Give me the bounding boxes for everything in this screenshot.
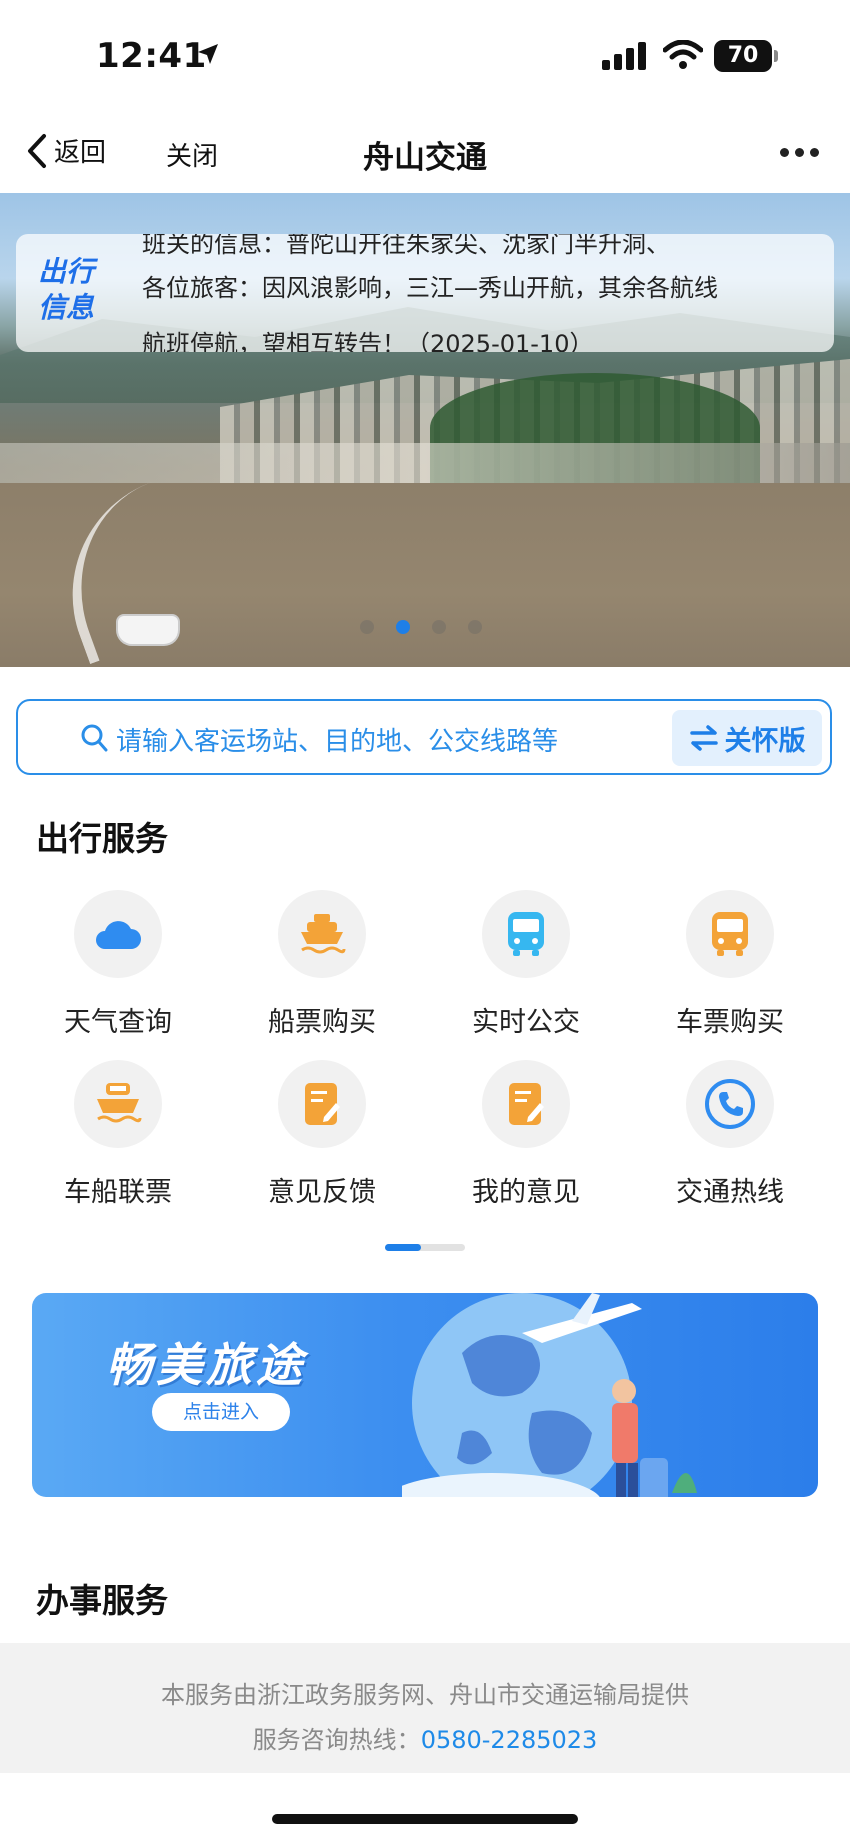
feedback-icon <box>278 1060 366 1148</box>
bus-icon <box>482 890 570 978</box>
service-coach-ticket[interactable]: 车票购买 <box>650 890 810 1039</box>
location-arrow-icon <box>198 44 218 64</box>
service-label: 车票购买 <box>676 1007 784 1038</box>
ferry-car-icon <box>74 1060 162 1148</box>
status-time: 12:41 <box>96 36 207 76</box>
cloud-icon <box>74 890 162 978</box>
service-weather[interactable]: 天气查询 <box>38 890 198 1039</box>
promo-banner[interactable]: 畅美旅途 点击进入 <box>32 1293 818 1497</box>
navigation-bar: 返回 关闭 舟山交通 <box>0 112 850 192</box>
hotline-number-link[interactable]: 0580-2285023 <box>421 1726 598 1754</box>
care-mode-label: 关怀版 <box>724 725 806 757</box>
footer: 本服务由浙江政务服务网、舟山市交通运输局提供 服务咨询热线：0580-22850… <box>0 1643 850 1773</box>
promo-title: 畅美旅途 <box>106 1338 306 1392</box>
service-label: 车船联票 <box>64 1177 172 1208</box>
carousel-dot[interactable] <box>468 620 482 634</box>
footer-provider: 本服务由浙江政务服务网、舟山市交通运输局提供 <box>161 1681 689 1709</box>
battery-indicator: 70 <box>714 40 772 72</box>
service-label: 交通热线 <box>676 1177 784 1208</box>
notice-badge: 出行信息 <box>38 255 95 324</box>
ship-icon <box>278 890 366 978</box>
coach-icon <box>686 890 774 978</box>
footer-hotline-row: 服务咨询热线：0580-2285023 <box>0 1720 850 1755</box>
battery-cap <box>774 50 778 62</box>
hotline-label: 服务咨询热线： <box>252 1726 421 1754</box>
service-hotline[interactable]: 交通热线 <box>650 1060 810 1209</box>
phone-icon <box>686 1060 774 1148</box>
notice-line: 班关的信息：普陀山开往朱家尖、沈家门半升洞、 <box>142 234 670 258</box>
service-label: 天气查询 <box>64 1007 172 1038</box>
service-feedback[interactable]: 意见反馈 <box>242 1060 402 1209</box>
boat-image <box>118 616 178 644</box>
search-bar[interactable]: 请输入客运场站、目的地、公交线路等 关怀版 <box>16 699 832 775</box>
cellular-signal-icon <box>602 42 646 70</box>
grid-page-indicator <box>385 1244 465 1251</box>
wifi-icon <box>663 40 703 69</box>
home-indicator[interactable] <box>272 1814 578 1824</box>
service-realtime-bus[interactable]: 实时公交 <box>446 890 606 1039</box>
section-title-affairs: 办事服务 <box>36 1581 168 1620</box>
my-feedback-icon <box>482 1060 570 1148</box>
search-icon <box>81 724 108 752</box>
carousel-dots <box>360 620 482 634</box>
care-mode-button[interactable]: 关怀版 <box>672 710 822 766</box>
notice-line: 各位旅客：因风浪影响，三江—秀山开航，其余各航线 <box>142 274 718 302</box>
carousel-dot[interactable] <box>360 620 374 634</box>
travel-notice[interactable]: 出行信息 班关的信息：普陀山开往朱家尖、沈家门半升洞、 各位旅客：因风浪影响，三… <box>16 234 834 352</box>
more-menu-button[interactable] <box>780 148 819 157</box>
service-label: 船票购买 <box>268 1007 376 1038</box>
notice-line: 航班停航，望相互转告！（2025-01-10） <box>142 330 594 352</box>
search-placeholder[interactable]: 请输入客运场站、目的地、公交线路等 <box>116 721 558 758</box>
carousel-dot-active[interactable] <box>396 620 410 634</box>
swap-icon <box>689 725 718 751</box>
service-label: 意见反馈 <box>268 1177 376 1208</box>
globe-airplane-illustration <box>402 1293 697 1497</box>
service-label: 我的意见 <box>472 1177 580 1208</box>
carousel-dot[interactable] <box>432 620 446 634</box>
page-title: 舟山交通 <box>363 140 487 176</box>
service-car-ferry[interactable]: 车船联票 <box>38 1060 198 1209</box>
service-my-feedback[interactable]: 我的意见 <box>446 1060 606 1209</box>
status-bar: 12:41 70 <box>0 0 850 112</box>
service-label: 实时公交 <box>472 1007 580 1038</box>
section-title-travel: 出行服务 <box>36 819 168 858</box>
promo-enter-button[interactable]: 点击进入 <box>152 1393 290 1431</box>
service-ship-ticket[interactable]: 船票购买 <box>242 890 402 1039</box>
